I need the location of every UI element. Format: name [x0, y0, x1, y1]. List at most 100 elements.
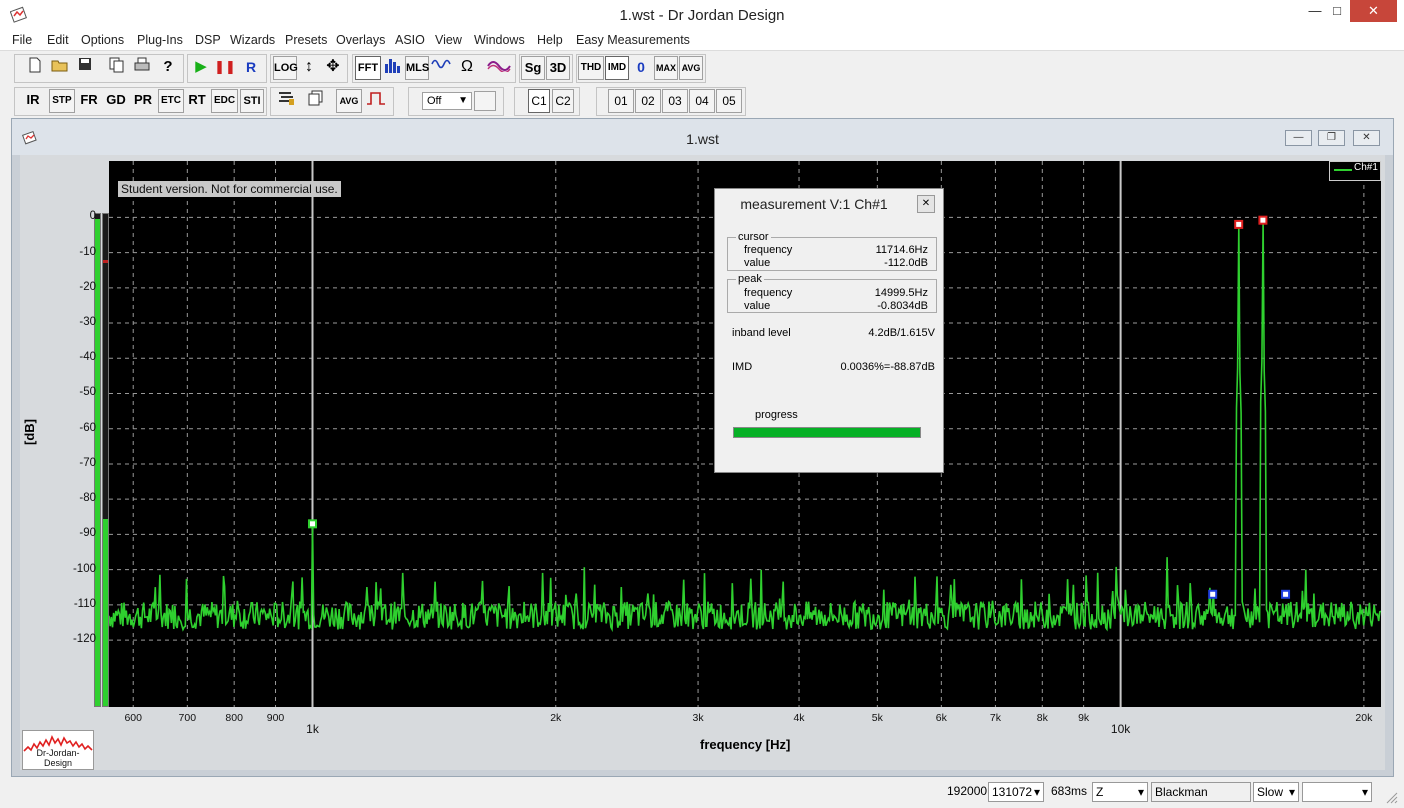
- duplicate-icon[interactable]: [305, 89, 327, 113]
- menu-presets[interactable]: Presets: [285, 33, 327, 47]
- legend: Ch#1: [1329, 161, 1381, 181]
- toolbar-main: ? ▶ ❚❚ R LOG ↕ ✥ FFT MLS Ω Sg 3D THD IMD…: [0, 52, 1404, 85]
- y-tick-label: -20: [79, 280, 96, 293]
- signal-generator-button[interactable]: Sg: [521, 56, 545, 80]
- impedance-omega-icon[interactable]: Ω: [456, 56, 478, 80]
- menu-bar: File Edit Options Plug-Ins DSP Wizards P…: [0, 31, 1404, 51]
- gd-button[interactable]: GD: [104, 89, 128, 113]
- y-tick-label: -30: [79, 316, 96, 329]
- avg-button[interactable]: AVG: [679, 56, 703, 80]
- child-restore-button[interactable]: ❐: [1318, 130, 1345, 146]
- log-button[interactable]: LOG: [273, 56, 298, 80]
- menu-help[interactable]: Help: [537, 33, 563, 47]
- gate-window-icon[interactable]: [364, 89, 388, 113]
- title-bar: 1.wst - Dr Jordan Design — □ ✕: [0, 0, 1404, 31]
- menu-edit[interactable]: Edit: [47, 33, 69, 47]
- mls-button[interactable]: MLS: [405, 56, 429, 80]
- marker-imd: [1208, 589, 1218, 599]
- record-button[interactable]: R: [240, 56, 262, 80]
- memory-01-button[interactable]: 01: [608, 89, 634, 113]
- imd-label: IMD: [732, 361, 753, 373]
- weighting-select[interactable]: Z: [1092, 782, 1148, 802]
- y-tick-label: -100: [72, 562, 96, 575]
- y-tick-label: -80: [79, 492, 96, 505]
- waterfall-icon[interactable]: [486, 56, 512, 80]
- student-version-notice: Student version. Not for commercial use.: [118, 181, 341, 197]
- inband-level-value: 4.2dB/1.615V: [868, 327, 935, 339]
- imd-value: 0.0036%=-88.87dB: [840, 361, 936, 373]
- menu-wizards[interactable]: Wizards: [230, 33, 275, 47]
- etc-button[interactable]: ETC: [158, 89, 184, 113]
- max-button[interactable]: MAX: [654, 56, 678, 80]
- save-icon[interactable]: [74, 56, 96, 80]
- memory-05-button[interactable]: 05: [716, 89, 742, 113]
- smoothing-option-button[interactable]: [474, 91, 496, 111]
- channel-2-button[interactable]: C2: [552, 89, 574, 113]
- notes-icon[interactable]: [275, 89, 297, 113]
- x-tick-label: 2k: [550, 712, 562, 724]
- pause-icon[interactable]: ❚❚: [214, 56, 236, 80]
- y-tick-label: -10: [79, 245, 96, 258]
- sweep-wave-icon[interactable]: [430, 56, 454, 80]
- vertical-scale-icon[interactable]: ↕: [299, 56, 319, 80]
- y-tick-label: -60: [79, 421, 96, 434]
- y-tick-label: -40: [79, 351, 96, 364]
- pr-button[interactable]: PR: [130, 89, 156, 113]
- new-file-icon[interactable]: [24, 56, 46, 80]
- channel-1-button[interactable]: C1: [528, 89, 550, 113]
- zero-button[interactable]: 0: [630, 56, 652, 80]
- smoothing-select[interactable]: Off ▼: [422, 92, 472, 110]
- menu-overlays[interactable]: Overlays: [336, 33, 385, 47]
- open-folder-icon[interactable]: [49, 56, 71, 80]
- print-icon[interactable]: [131, 56, 153, 80]
- progress-bar-fill: [734, 428, 920, 437]
- extra-select[interactable]: [1302, 782, 1372, 802]
- child-close-button[interactable]: ✕: [1353, 130, 1380, 146]
- imd-button[interactable]: IMD: [605, 56, 629, 80]
- chevron-down-icon: ▼: [458, 95, 468, 106]
- resize-grip-icon[interactable]: [1384, 790, 1398, 804]
- edc-button[interactable]: EDC: [211, 89, 238, 113]
- sti-button[interactable]: STI: [240, 89, 264, 113]
- menu-asio[interactable]: ASIO: [395, 33, 425, 47]
- average-button[interactable]: AVG: [336, 89, 362, 113]
- memory-03-button[interactable]: 03: [662, 89, 688, 113]
- move-icon[interactable]: ✥: [322, 56, 344, 80]
- level-meter-right: [102, 213, 109, 707]
- menu-dsp[interactable]: DSP: [195, 33, 221, 47]
- x-tick-label: 700: [178, 712, 197, 724]
- speed-select[interactable]: Slow: [1253, 782, 1299, 802]
- x-tick-label: 4k: [793, 712, 805, 724]
- y-tick-label: -70: [79, 456, 96, 469]
- spectrum-bars-icon[interactable]: [382, 56, 404, 80]
- menu-view[interactable]: View: [435, 33, 462, 47]
- stp-button[interactable]: STP: [49, 89, 75, 113]
- play-icon[interactable]: ▶: [190, 56, 212, 80]
- measurement-panel-close-button[interactable]: ✕: [917, 195, 935, 213]
- fft-button[interactable]: FFT: [355, 56, 381, 80]
- thd-button[interactable]: THD: [578, 56, 604, 80]
- memory-04-button[interactable]: 04: [689, 89, 715, 113]
- fft-size-select[interactable]: 131072: [988, 782, 1044, 802]
- marker-imd: [1281, 589, 1291, 599]
- child-minimize-button[interactable]: —: [1285, 130, 1312, 146]
- fr-button[interactable]: FR: [77, 89, 101, 113]
- menu-options[interactable]: Options: [81, 33, 124, 47]
- close-button[interactable]: ✕: [1350, 0, 1397, 22]
- menu-windows[interactable]: Windows: [474, 33, 525, 47]
- 3d-button[interactable]: 3D: [546, 56, 570, 80]
- memory-02-button[interactable]: 02: [635, 89, 661, 113]
- marker-peak: [1234, 219, 1244, 229]
- x-tick-label: 900: [266, 712, 285, 724]
- menu-file[interactable]: File: [12, 33, 32, 47]
- help-icon[interactable]: ?: [157, 56, 179, 80]
- maximize-button[interactable]: □: [1322, 0, 1352, 22]
- menu-plug-ins[interactable]: Plug-Ins: [137, 33, 183, 47]
- logo-text: Dr-Jordan-Design: [36, 748, 80, 768]
- ir-button[interactable]: IR: [20, 89, 46, 113]
- menu-easy-measurements[interactable]: Easy Measurements: [576, 33, 690, 47]
- inband-level-label: inband level: [732, 327, 791, 339]
- rt-button[interactable]: RT: [185, 89, 209, 113]
- marker-harmonic: [307, 519, 317, 529]
- copy-icon[interactable]: [106, 56, 128, 80]
